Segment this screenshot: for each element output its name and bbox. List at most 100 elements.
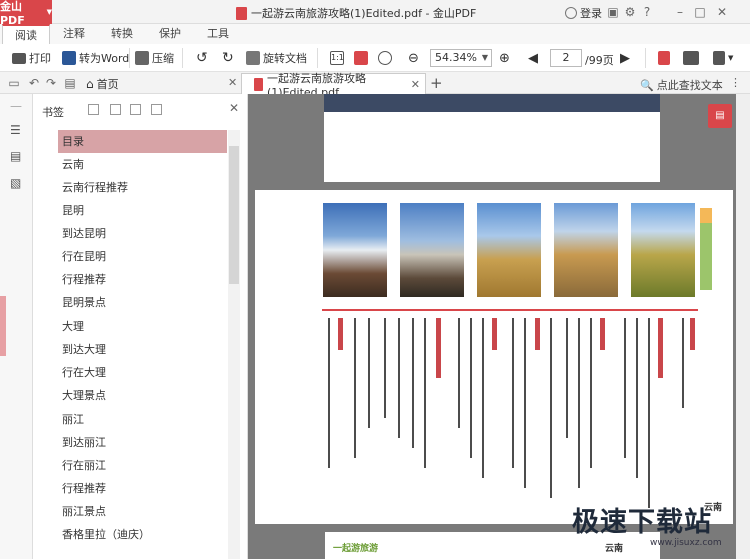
panel-toggle-icon[interactable]: — (10, 100, 24, 112)
close-icon[interactable]: ✕ (714, 4, 730, 20)
tab-document[interactable]: 一起游云南旅游攻略(1)Edited.pdf ✕ (241, 72, 426, 99)
bookmark-item[interactable]: 香格里拉（迪庆） (58, 523, 227, 546)
tab-read[interactable]: 阅读 (2, 24, 50, 44)
tab-tools[interactable]: 工具 (198, 24, 238, 44)
text-line (368, 318, 370, 428)
zoom-out-icon[interactable]: ⊖ (408, 50, 419, 66)
watermark: 极速下载站 (572, 507, 712, 538)
rotate-doc-button[interactable]: 旋转文档 (246, 50, 307, 66)
bookmark-item[interactable]: 到达丽江 (58, 431, 227, 454)
more-icon[interactable]: ⋮ (730, 76, 741, 89)
text-line (424, 318, 426, 468)
collapse-bookmark-icon[interactable] (130, 104, 141, 115)
home-tab[interactable]: ⌂ 首页 (86, 76, 119, 92)
bookmark-item[interactable]: 到达大理 (58, 338, 227, 361)
comments-icon[interactable]: ▧ (10, 177, 24, 189)
zoom-in-icon[interactable]: ⊕ (499, 50, 510, 66)
bookmark-list-icon[interactable]: ☰ (10, 124, 24, 136)
side-tool-icon[interactable]: ▤ (708, 104, 732, 128)
page-number-input[interactable]: 2 (550, 49, 582, 67)
bookmark-item[interactable]: 云南行程推荐 (58, 176, 227, 199)
bookmark-item[interactable]: 云南 (58, 153, 227, 176)
fit-page-button[interactable] (378, 50, 392, 66)
find-text-button[interactable]: 🔍 点此查找文本 (640, 77, 723, 93)
print-button[interactable]: 打印 (12, 50, 51, 66)
login-label: 登录 (580, 7, 602, 20)
to-word-label: 转为Word (79, 52, 130, 65)
text-line (458, 318, 460, 428)
maximize-icon[interactable]: □ (692, 4, 708, 20)
text-line (412, 318, 414, 448)
to-word-button[interactable]: 转为Word (62, 50, 129, 66)
bookmark-item[interactable]: 目录 (58, 130, 227, 153)
text-line (354, 318, 356, 458)
text-line (624, 318, 626, 458)
minimize-icon[interactable]: – (672, 4, 688, 20)
compress-button[interactable]: 压缩 (135, 50, 174, 66)
add-bookmark-icon[interactable] (88, 104, 99, 115)
watermark-url: www.jisuxz.com (650, 538, 722, 548)
prev-page-icon[interactable]: ◀ (528, 50, 538, 66)
app-menu-button[interactable]: 金山PDF ▼ (0, 0, 52, 27)
bookmark-item[interactable]: 行在丽江 (58, 454, 227, 477)
rotate-right-icon[interactable]: ↻ (222, 50, 234, 66)
panel-collapse-handle[interactable] (0, 296, 6, 356)
close-home-tab-icon[interactable]: ✕ (228, 76, 237, 89)
thumbnails-icon[interactable]: ▤ (10, 150, 24, 162)
actual-size-button[interactable]: 1:1 (330, 50, 344, 66)
text-line (398, 318, 400, 438)
login-button[interactable]: 登录 (565, 5, 602, 21)
bookmark-item[interactable]: 丽江 (58, 408, 227, 431)
bookmark-item[interactable]: 昆明景点 (58, 291, 227, 314)
text-line (524, 318, 526, 488)
more-view-button[interactable]: ▼ (713, 50, 733, 66)
bookmark-item[interactable]: 行程推荐 (58, 268, 227, 291)
rotate-left-icon[interactable]: ↺ (196, 50, 208, 66)
new-tab-icon[interactable]: + (430, 74, 443, 92)
fit-page-icon (378, 51, 392, 65)
tab-annotate[interactable]: 注释 (54, 24, 94, 44)
bookmark-item[interactable]: 行在大理 (58, 361, 227, 384)
tab-convert[interactable]: 转换 (102, 24, 142, 44)
text-line (590, 318, 592, 468)
bookmark-item[interactable]: 大理景点 (58, 384, 227, 407)
window-title: 一起游云南旅游攻略(1)Edited.pdf - 金山PDF (236, 5, 476, 21)
printer-icon (12, 52, 26, 64)
text-line (328, 318, 330, 468)
chevron-down-icon: ▼ (46, 8, 52, 16)
close-tab-icon[interactable]: ✕ (411, 78, 420, 91)
section-heading (690, 318, 695, 350)
redo-icon[interactable]: ↷ (43, 75, 59, 91)
help-icon[interactable]: ? (639, 4, 655, 20)
divider (317, 48, 318, 68)
bookmark-item[interactable]: 昆明 (58, 199, 227, 222)
open-folder-icon[interactable]: ▭ (6, 75, 22, 91)
undo-icon[interactable]: ↶ (26, 75, 42, 91)
zoom-select[interactable]: 54.34% ▼ (430, 49, 492, 67)
section-heading (658, 318, 663, 378)
section-heading (436, 318, 441, 378)
search-icon: 🔍 (640, 78, 654, 92)
fit-width-button[interactable] (354, 50, 368, 66)
close-panel-icon[interactable]: ✕ (229, 101, 239, 115)
skin-icon[interactable]: ▣ (605, 4, 621, 20)
save-icon[interactable]: ▤ (62, 75, 78, 91)
bookmark-item[interactable]: 丽江景点 (58, 500, 227, 523)
settings-icon[interactable]: ⚙ (622, 4, 638, 20)
tab-protect[interactable]: 保护 (150, 24, 190, 44)
single-page-button[interactable] (658, 50, 670, 66)
next-page-icon[interactable]: ▶ (620, 50, 630, 66)
section-heading (535, 318, 540, 350)
bookmark-scroll-thumb[interactable] (229, 146, 239, 284)
bookmark-option-icon[interactable] (151, 104, 162, 115)
home-label: 首页 (96, 78, 119, 91)
viewer-scrollbar[interactable] (736, 94, 750, 559)
bookmark-item[interactable]: 行程推荐 (58, 477, 227, 500)
text-line (578, 318, 580, 488)
bookmark-item[interactable]: 大理 (58, 315, 227, 338)
bookmark-item[interactable]: 行在昆明 (58, 245, 227, 268)
page-divider (322, 309, 698, 311)
bookmark-item[interactable]: 到达昆明 (58, 222, 227, 245)
expand-bookmark-icon[interactable] (110, 104, 121, 115)
double-page-button[interactable] (683, 50, 699, 66)
